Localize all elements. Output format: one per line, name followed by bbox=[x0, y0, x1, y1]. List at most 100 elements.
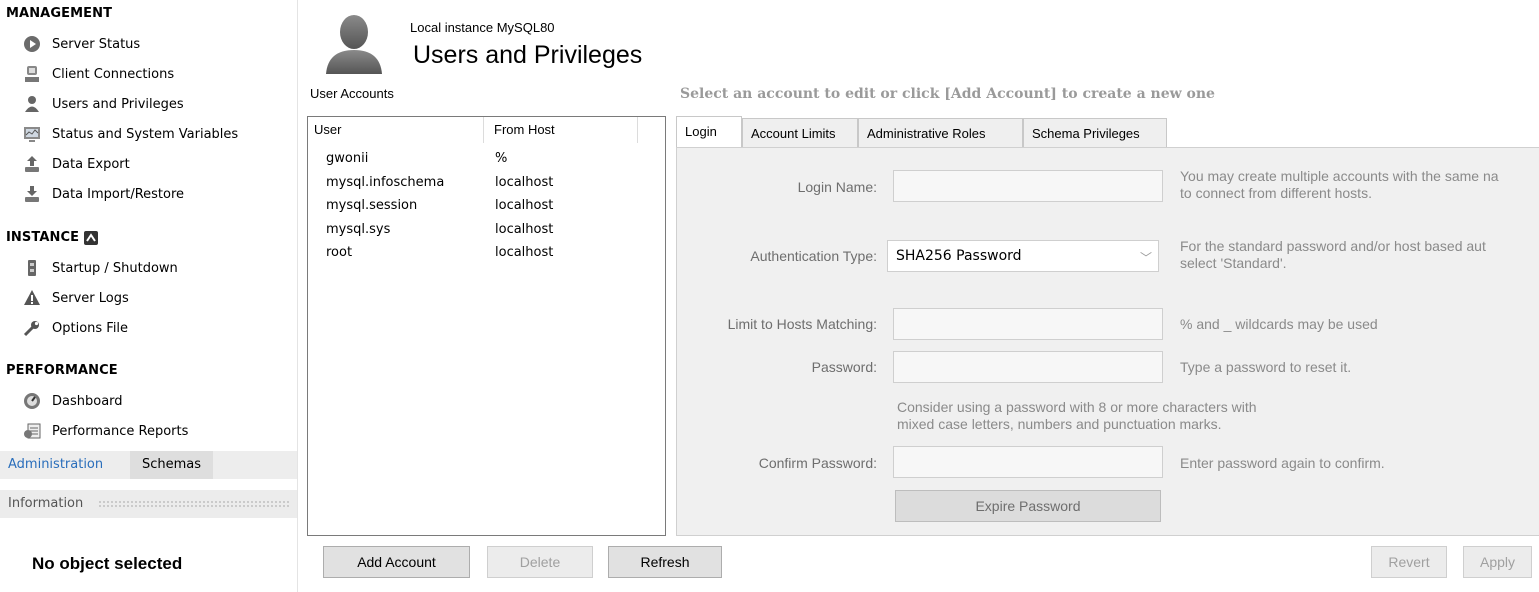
user-icon bbox=[22, 94, 42, 114]
sidebar-item-label: Users and Privileges bbox=[52, 96, 184, 112]
page-title: Users and Privileges bbox=[413, 41, 643, 69]
host-cell: localhost bbox=[495, 222, 554, 237]
sidebar-item-label: Startup / Shutdown bbox=[52, 260, 178, 276]
host-cell: % bbox=[495, 151, 508, 166]
information-label: Information bbox=[8, 496, 84, 511]
hosts-help: % and _ wildcards may be used bbox=[1180, 316, 1378, 332]
auth-type-value: SHA256 Password bbox=[896, 248, 1022, 264]
table-row[interactable]: mysql.infoschema localhost bbox=[308, 172, 638, 196]
hosts-field[interactable] bbox=[893, 308, 1163, 340]
column-header-user[interactable]: User bbox=[308, 117, 484, 143]
sidebar-tab-bar: Administration Schemas bbox=[0, 451, 297, 479]
add-account-button[interactable]: Add Account bbox=[323, 546, 470, 578]
chevron-down-icon[interactable]: ﹀ bbox=[1140, 249, 1152, 266]
table-row[interactable]: gwonii % bbox=[308, 148, 638, 172]
reports-icon bbox=[22, 421, 42, 441]
auth-type-help-line1: For the standard password and/or host ba… bbox=[1180, 238, 1486, 254]
sidebar-item-label: Data Export bbox=[52, 156, 130, 172]
instance-heading-label: INSTANCE bbox=[6, 230, 80, 245]
instance-icon bbox=[84, 230, 99, 245]
wrench-icon bbox=[22, 318, 42, 338]
management-heading: MANAGEMENT bbox=[6, 6, 113, 21]
table-row[interactable]: mysql.session localhost bbox=[308, 195, 638, 219]
table-row[interactable]: mysql.sys localhost bbox=[308, 219, 638, 243]
hosts-label: Limit to Hosts Matching: bbox=[727, 316, 877, 332]
refresh-button[interactable]: Refresh bbox=[608, 546, 722, 578]
column-header-host[interactable]: From Host bbox=[484, 117, 638, 143]
client-connections-icon bbox=[22, 64, 42, 84]
sidebar-item-users-and-privileges[interactable]: Users and Privileges bbox=[22, 91, 292, 117]
tab-login[interactable]: Login bbox=[676, 116, 742, 147]
password-advice: Consider using a password with 8 or more… bbox=[897, 399, 1257, 433]
confirm-password-help: Enter password again to confirm. bbox=[1180, 455, 1385, 471]
password-label: Password: bbox=[811, 359, 877, 375]
user-cell: mysql.sys bbox=[326, 222, 391, 237]
tab-account-limits[interactable]: Account Limits bbox=[742, 118, 858, 147]
user-accounts-list[interactable]: User From Host gwonii % mysql.infoschema… bbox=[307, 116, 666, 536]
login-panel: Login Name: You may create multiple acco… bbox=[676, 147, 1539, 536]
user-cell: gwonii bbox=[326, 151, 369, 166]
user-accounts-label: User Accounts bbox=[310, 86, 394, 101]
sidebar-item-server-status[interactable]: Server Status bbox=[22, 31, 292, 57]
apply-button[interactable]: Apply bbox=[1463, 546, 1532, 578]
revert-button[interactable]: Revert bbox=[1371, 546, 1447, 578]
confirm-password-field[interactable] bbox=[893, 446, 1163, 478]
tab-schema-privileges[interactable]: Schema Privileges bbox=[1023, 118, 1167, 147]
sidebar-item-data-export[interactable]: Data Export bbox=[22, 151, 292, 177]
sidebar-item-options-file[interactable]: Options File bbox=[22, 315, 292, 341]
user-cell: root bbox=[326, 245, 353, 260]
login-name-help: You may create multiple accounts with th… bbox=[1180, 168, 1499, 202]
auth-type-help: For the standard password and/or host ba… bbox=[1180, 238, 1486, 272]
warning-icon bbox=[22, 288, 42, 308]
sidebar-item-label: Dashboard bbox=[52, 393, 123, 409]
sidebar-item-status-variables[interactable]: Status and System Variables bbox=[22, 121, 292, 147]
user-avatar-icon bbox=[322, 12, 386, 78]
instance-name: Local instance MySQL80 bbox=[410, 20, 555, 35]
login-name-help-line1: You may create multiple accounts with th… bbox=[1180, 168, 1499, 184]
sidebar-item-data-import[interactable]: Data Import/Restore bbox=[22, 181, 292, 207]
information-grip[interactable] bbox=[98, 500, 290, 509]
confirm-password-label: Confirm Password: bbox=[758, 455, 877, 471]
editor-hint: Select an account to edit or click [Add … bbox=[680, 86, 1215, 102]
sidebar-item-performance-reports[interactable]: Performance Reports bbox=[22, 418, 292, 444]
sidebar-item-label: Server Status bbox=[52, 36, 141, 52]
sidebar-item-label: Data Import/Restore bbox=[52, 186, 185, 202]
password-advice-line1: Consider using a password with 8 or more… bbox=[897, 399, 1257, 415]
tab-administration[interactable]: Administration bbox=[8, 457, 103, 472]
login-name-label: Login Name: bbox=[797, 179, 877, 195]
performance-heading: PERFORMANCE bbox=[6, 363, 118, 378]
login-name-help-line2: to connect from different hosts. bbox=[1180, 185, 1372, 201]
host-cell: localhost bbox=[495, 198, 554, 213]
password-field[interactable] bbox=[893, 351, 1163, 383]
no-object-label: No object selected bbox=[32, 554, 183, 573]
tab-administrative-roles[interactable]: Administrative Roles bbox=[858, 118, 1023, 147]
information-header: Information bbox=[0, 490, 297, 518]
auth-type-help-line2: select 'Standard'. bbox=[1180, 255, 1287, 271]
sidebar-item-label: Performance Reports bbox=[52, 423, 189, 439]
sidebar-item-label: Server Logs bbox=[52, 290, 129, 306]
sidebar-item-server-logs[interactable]: Server Logs bbox=[22, 285, 292, 311]
sidebar: MANAGEMENT Server Status Client Connecti… bbox=[0, 0, 298, 592]
sidebar-item-startup-shutdown[interactable]: Startup / Shutdown bbox=[22, 255, 292, 281]
user-cell: mysql.session bbox=[326, 198, 418, 213]
sidebar-item-client-connections[interactable]: Client Connections bbox=[22, 61, 292, 87]
password-advice-line2: mixed case letters, numbers and punctuat… bbox=[897, 416, 1222, 432]
sidebar-item-label: Client Connections bbox=[52, 66, 175, 82]
import-icon bbox=[22, 184, 42, 204]
delete-button[interactable]: Delete bbox=[487, 546, 593, 578]
host-cell: localhost bbox=[495, 245, 554, 260]
login-name-field[interactable] bbox=[893, 170, 1163, 202]
instance-heading: INSTANCE bbox=[6, 230, 99, 245]
tab-schemas[interactable]: Schemas bbox=[130, 451, 214, 479]
table-row[interactable]: root localhost bbox=[308, 242, 638, 266]
dashboard-icon bbox=[22, 391, 42, 411]
auth-type-select[interactable]: SHA256 Password ﹀ bbox=[887, 240, 1159, 272]
host-cell: localhost bbox=[495, 175, 554, 190]
sidebar-item-dashboard[interactable]: Dashboard bbox=[22, 388, 292, 414]
expire-password-button[interactable]: Expire Password bbox=[895, 490, 1161, 522]
sidebar-item-label: Options File bbox=[52, 320, 129, 336]
auth-type-label: Authentication Type: bbox=[750, 248, 877, 264]
server-status-icon bbox=[22, 34, 42, 54]
export-icon bbox=[22, 154, 42, 174]
sidebar-item-label: Status and System Variables bbox=[52, 126, 239, 142]
